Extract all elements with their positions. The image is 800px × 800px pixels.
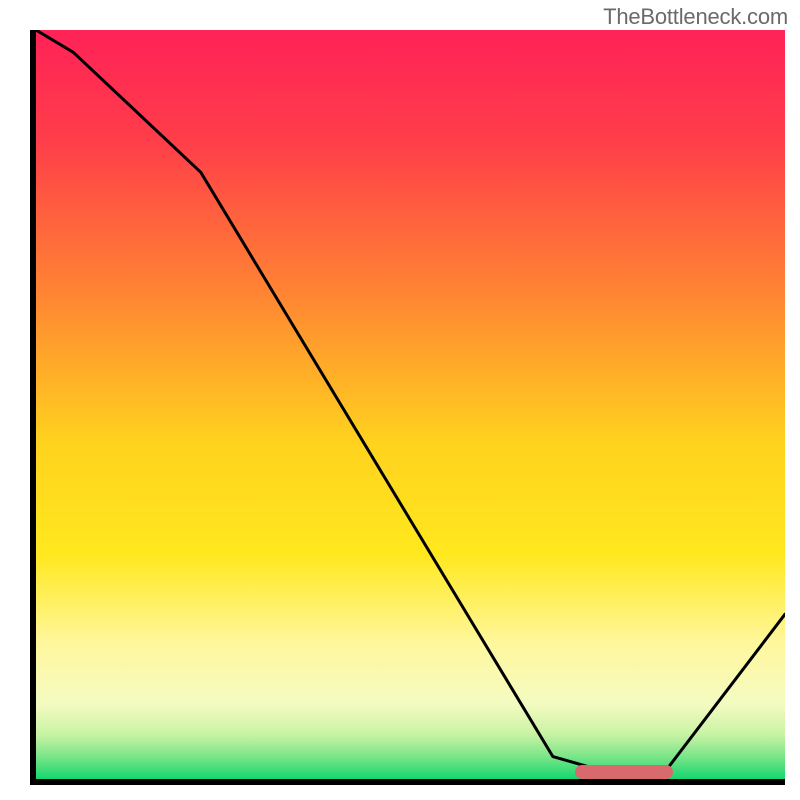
watermark-text: TheBottleneck.com bbox=[603, 4, 788, 30]
plot-area bbox=[36, 30, 785, 779]
chart-frame bbox=[30, 30, 785, 785]
bottleneck-curve bbox=[36, 30, 785, 779]
page-root: TheBottleneck.com bbox=[0, 0, 800, 800]
highlight-bar bbox=[575, 765, 672, 779]
